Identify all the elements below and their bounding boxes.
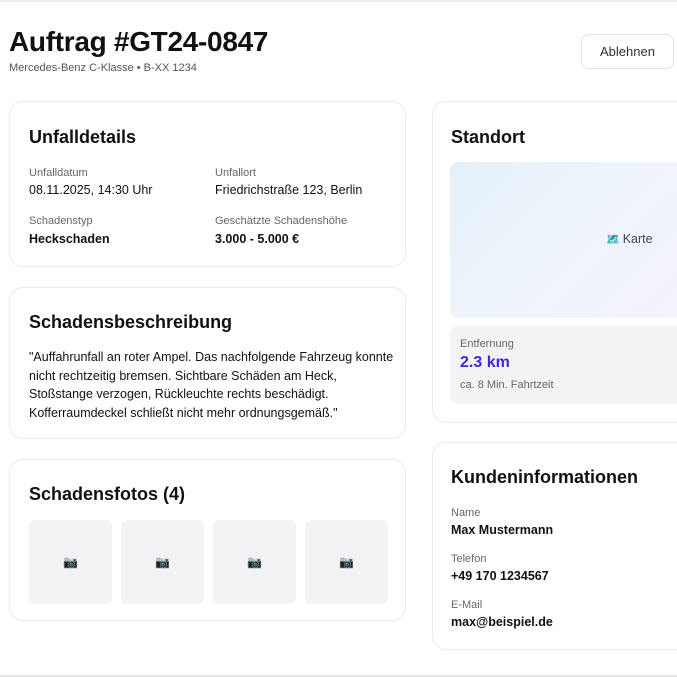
camera-icon: 📷 [339, 555, 354, 569]
reject-button[interactable]: Ablehnen [581, 34, 674, 69]
accident-details-card: Unfalldetails Unfalldatum 08.11.2025, 14… [9, 101, 406, 267]
travel-time: ca. 8 Min. Fahrtzeit [460, 379, 554, 391]
camera-icon: 📷 [63, 555, 78, 569]
photo-thumbnail[interactable]: 📷 [305, 520, 388, 604]
customer-phone-label: Telefon [451, 553, 487, 565]
camera-icon: 📷 [247, 555, 262, 569]
page-title: Auftrag #GT24-0847 [9, 26, 269, 57]
distance-label: Entfernung [460, 338, 514, 350]
photo-thumbnail[interactable]: 📷 [29, 520, 112, 604]
map-placeholder[interactable]: 🗺️ Karte [450, 162, 677, 318]
damage-amount-label: Geschätzte Schadenshöhe [215, 215, 348, 227]
location-title: Standort [451, 127, 525, 147]
customer-info-title: Kundeninformationen [451, 467, 638, 487]
map-icon: 🗺️ [606, 233, 620, 246]
map-label: 🗺️ Karte [606, 232, 653, 246]
accident-place-value: Friedrichstraße 123, Berlin [215, 183, 363, 197]
customer-name-label: Name [451, 507, 481, 519]
camera-icon: 📷 [155, 555, 170, 569]
map-label-text: Karte [622, 232, 653, 246]
damage-description-text: "Auffahrunfall an roter Ampel. Das nachf… [29, 350, 394, 421]
customer-phone-value[interactable]: +49 170 1234567 [451, 569, 549, 583]
customer-email-label: E-Mail [451, 599, 483, 611]
location-card: Standort 🗺️ Karte Entfernung 2.3 km ca. … [432, 101, 677, 423]
distance-value: 2.3 km [460, 354, 510, 371]
damage-type-value: Heckschaden [29, 232, 110, 246]
photo-thumbnail[interactable]: 📷 [121, 520, 204, 604]
damage-description-card: Schadensbeschreibung "Auffahrunfall an r… [9, 287, 406, 439]
accident-date-value: 08.11.2025, 14:30 Uhr [29, 183, 153, 197]
customer-info-card: Kundeninformationen Name Max Mustermann … [432, 442, 677, 650]
accident-details-title: Unfalldetails [29, 127, 137, 147]
top-divider [0, 0, 677, 2]
damage-photos-card: Schadensfotos (4) 📷 📷 📷 📷 [9, 459, 406, 621]
accident-date-label: Unfalldatum [29, 167, 88, 179]
damage-photos-title: Schadensfotos (4) [29, 484, 186, 504]
damage-description-title: Schadensbeschreibung [29, 312, 233, 332]
distance-box: Entfernung 2.3 km ca. 8 Min. Fahrtzeit [450, 326, 677, 404]
customer-email-value[interactable]: max@beispiel.de [451, 615, 553, 629]
damage-type-label: Schadenstyp [29, 215, 93, 227]
vehicle-subtitle: Mercedes-Benz C-Klasse • B-XX 1234 [9, 62, 197, 74]
damage-amount-value: 3.000 - 5.000 € [215, 232, 300, 246]
accident-place-label: Unfallort [215, 167, 256, 179]
photo-thumbnail[interactable]: 📷 [213, 520, 296, 604]
customer-name-value: Max Mustermann [451, 523, 554, 537]
